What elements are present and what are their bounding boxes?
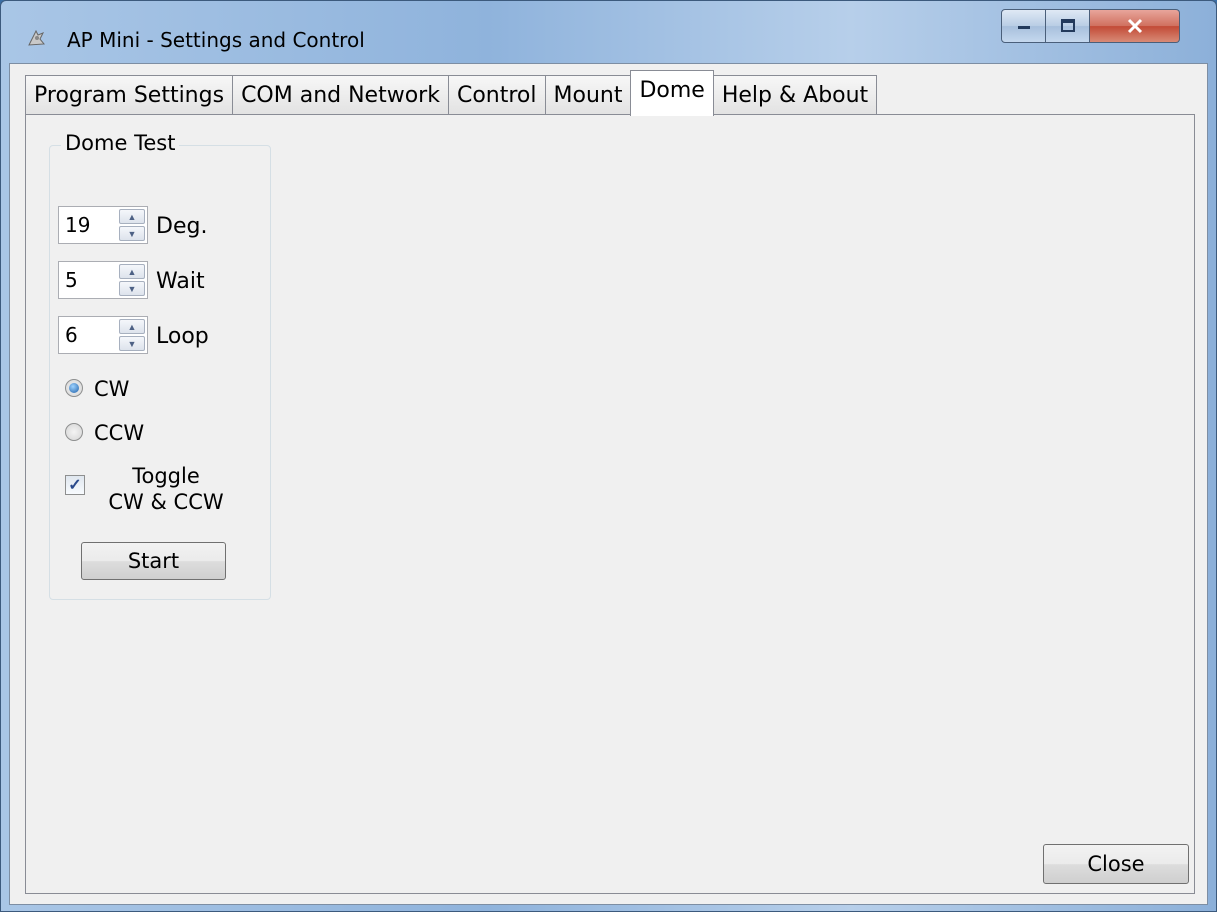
- chevron-down-icon: ▼: [127, 228, 137, 239]
- cw-radio-label[interactable]: CW: [94, 377, 129, 401]
- start-button[interactable]: Start: [81, 542, 226, 580]
- tab-strip: Program Settings COM and Network Control…: [25, 70, 878, 116]
- tab-dome[interactable]: Dome: [630, 70, 714, 116]
- tab-control[interactable]: Control: [447, 75, 546, 115]
- maximize-button[interactable]: [1046, 9, 1090, 43]
- wait-value[interactable]: 5: [65, 268, 78, 292]
- window-title: AP Mini - Settings and Control: [67, 28, 365, 52]
- toggle-checkbox[interactable]: ✓: [65, 475, 85, 495]
- tab-mount[interactable]: Mount: [544, 75, 632, 115]
- checkmark-icon: ✓: [68, 477, 82, 494]
- chevron-up-icon: ▲: [127, 266, 137, 277]
- loop-up-button[interactable]: ▲: [119, 319, 145, 334]
- chevron-up-icon: ▲: [127, 211, 137, 222]
- degrees-spinner[interactable]: 19 ▲ ▼: [58, 206, 148, 244]
- loop-spinner[interactable]: 6 ▲ ▼: [58, 316, 148, 354]
- toggle-label-line1: Toggle: [132, 464, 200, 488]
- maximize-icon: [1060, 19, 1075, 32]
- tab-help-and-about[interactable]: Help & About: [712, 75, 878, 115]
- chevron-down-icon: ▼: [127, 283, 137, 294]
- app-icon: [28, 29, 45, 46]
- minimize-icon: [1017, 26, 1030, 29]
- degrees-label: Deg.: [156, 214, 208, 239]
- ccw-radio[interactable]: [65, 423, 83, 441]
- wait-down-button[interactable]: ▼: [119, 281, 145, 296]
- tab-program-settings[interactable]: Program Settings: [25, 75, 234, 115]
- ccw-radio-label[interactable]: CCW: [94, 421, 144, 445]
- cw-radio[interactable]: [65, 379, 83, 397]
- close-icon: [1127, 18, 1142, 34]
- wait-up-button[interactable]: ▲: [119, 264, 145, 279]
- degrees-up-button[interactable]: ▲: [119, 209, 145, 224]
- caption-buttons: [1001, 9, 1180, 45]
- degrees-down-button[interactable]: ▼: [119, 226, 145, 241]
- app-window: AP Mini - Settings and Control Program S…: [0, 0, 1217, 912]
- window-close-button[interactable]: [1090, 9, 1180, 43]
- title-bar[interactable]: AP Mini - Settings and Control: [1, 1, 1216, 61]
- wait-spinner[interactable]: 5 ▲ ▼: [58, 261, 148, 299]
- degrees-value[interactable]: 19: [65, 213, 90, 237]
- dome-test-group-title: Dome Test: [61, 131, 180, 155]
- loop-value[interactable]: 6: [65, 323, 78, 347]
- toggle-checkbox-label[interactable]: Toggle CW & CCW: [91, 463, 241, 515]
- close-button[interactable]: Close: [1043, 844, 1189, 884]
- toggle-label-line2: CW & CCW: [108, 490, 224, 514]
- wait-label: Wait: [156, 269, 205, 294]
- chevron-up-icon: ▲: [127, 321, 137, 332]
- tab-com-and-network[interactable]: COM and Network: [232, 75, 449, 115]
- loop-label: Loop: [156, 324, 209, 349]
- minimize-button[interactable]: [1001, 9, 1046, 43]
- loop-down-button[interactable]: ▼: [119, 336, 145, 351]
- chevron-down-icon: ▼: [127, 338, 137, 349]
